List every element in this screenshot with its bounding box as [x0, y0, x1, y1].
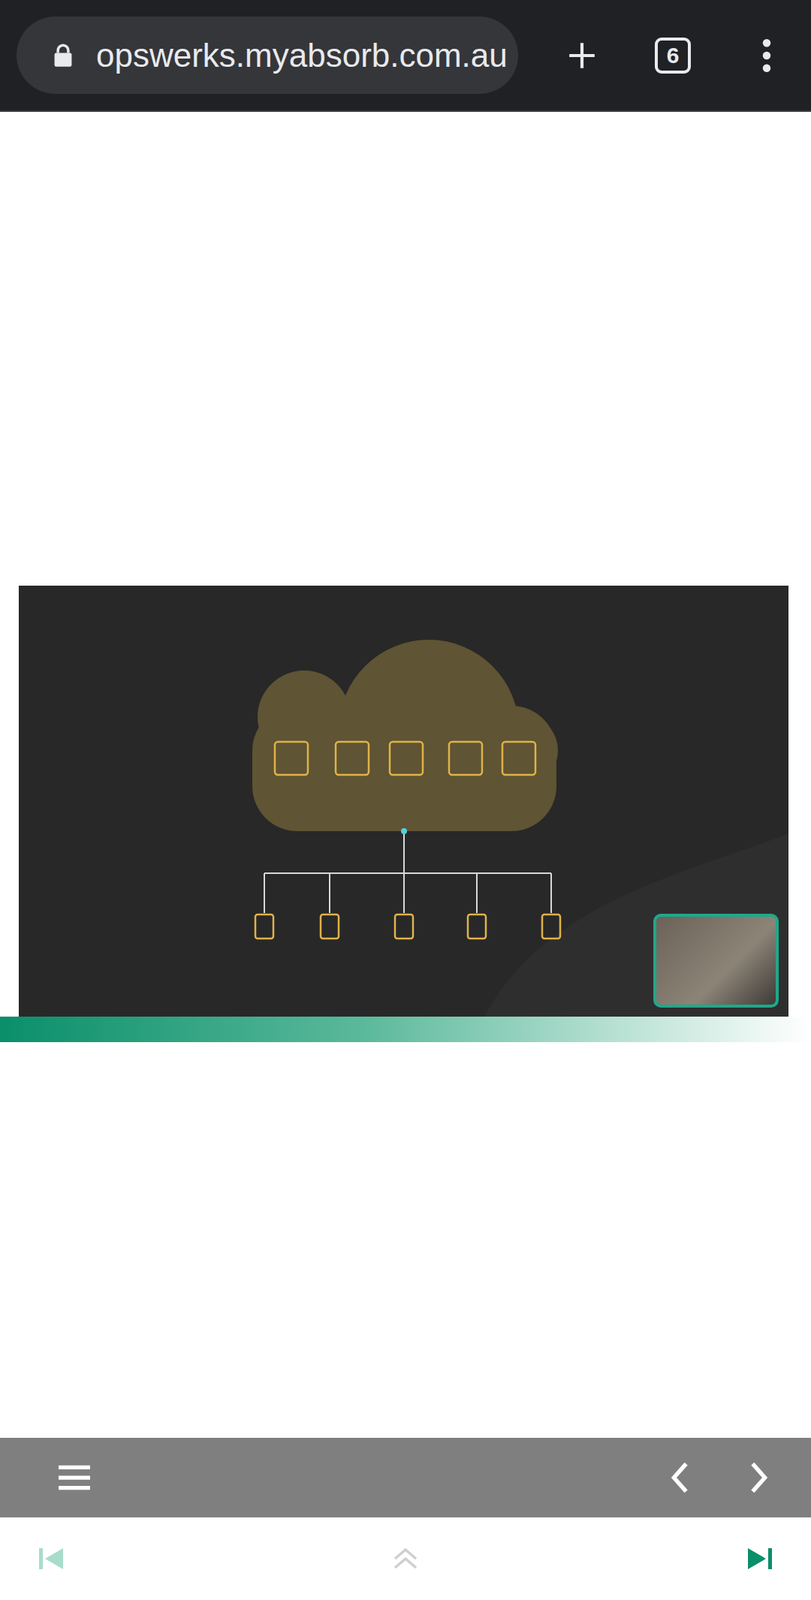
player-nav [0, 1438, 811, 1518]
video-player[interactable] [18, 585, 789, 1017]
browser-toolbar: opswerks.myabsorb.com.au 6 [0, 0, 811, 112]
tab-count-button[interactable]: 6 [654, 37, 691, 74]
next-icon[interactable] [749, 1461, 769, 1495]
scroll-up-icon[interactable] [390, 1543, 421, 1574]
skip-last-icon[interactable] [744, 1543, 775, 1574]
new-tab-icon[interactable] [566, 39, 598, 72]
address-bar[interactable]: opswerks.myabsorb.com.au [16, 16, 519, 94]
previous-icon[interactable] [669, 1461, 690, 1495]
url-text: opswerks.myabsorb.com.au [96, 36, 508, 75]
menu-icon[interactable] [58, 1465, 91, 1491]
page: opswerks.myabsorb.com.au 6 [0, 0, 811, 1600]
skip-first-icon[interactable] [36, 1543, 67, 1574]
presenter-video-inset [653, 913, 779, 1008]
accent-bar [0, 1016, 811, 1043]
content-blank [0, 1042, 811, 1439]
menu-dots-icon[interactable] [761, 38, 772, 73]
content-blank [0, 111, 811, 586]
bottom-nav [0, 1517, 811, 1600]
lock-icon [52, 43, 74, 68]
